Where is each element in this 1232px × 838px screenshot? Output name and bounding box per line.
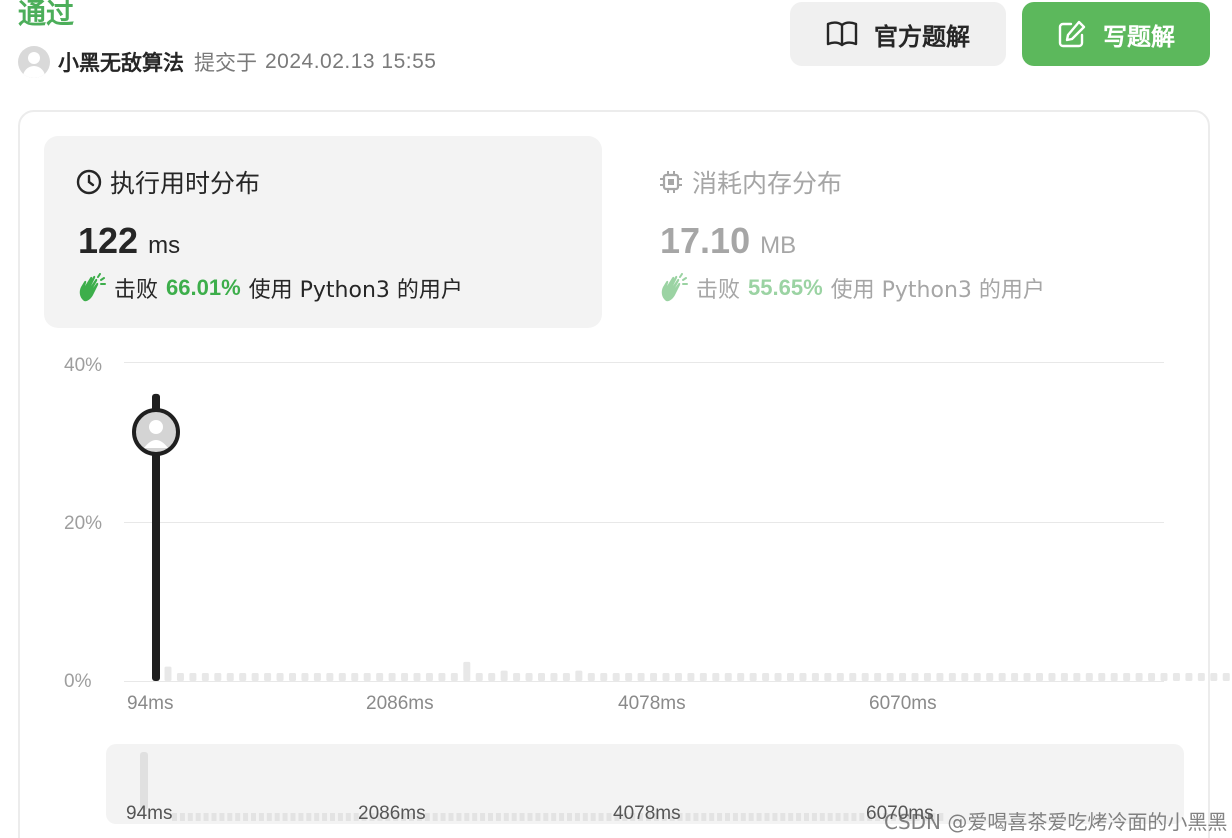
range-mini-bar <box>740 813 746 821</box>
range-mini-bar <box>535 813 541 821</box>
range-mini-bar <box>780 813 786 821</box>
range-mini-bar <box>725 813 730 821</box>
range-mini-bar <box>179 813 185 821</box>
range-mini-bar <box>195 813 201 821</box>
range-mini-bar <box>559 813 565 821</box>
range-mini-bar <box>827 813 833 821</box>
range-mini-bar <box>314 813 320 821</box>
range-mini-bar <box>227 813 233 821</box>
range-mini-bar <box>732 813 738 821</box>
range-mini-bar <box>306 813 312 821</box>
range-mini-bar <box>298 813 304 821</box>
range-mini-bar <box>330 813 335 821</box>
range-mini-bar <box>796 813 802 821</box>
range-tick-label: 94ms <box>126 803 173 824</box>
range-mini-bar <box>345 813 351 821</box>
range-mini-bar <box>519 813 525 821</box>
range-mini-bar <box>788 813 794 821</box>
range-mini-bar <box>527 813 533 821</box>
range-mini-bar <box>804 813 809 821</box>
range-mini-bar <box>274 813 280 821</box>
range-mini-bar <box>859 813 865 821</box>
range-mini-bar <box>701 813 707 821</box>
range-mini-bar <box>464 813 470 821</box>
range-mini-bar <box>266 813 272 821</box>
range-mini-bar <box>606 813 612 821</box>
range-mini-bar <box>282 813 288 821</box>
range-tick-label: 2086ms <box>358 803 426 824</box>
range-mini-bar <box>756 813 762 821</box>
range-mini-bar <box>717 813 723 821</box>
range-mini-bar <box>709 813 715 821</box>
range-mini-bar <box>503 813 509 821</box>
range-mini-bar <box>574 813 580 821</box>
range-mini-bar <box>567 813 572 821</box>
range-mini-bar <box>243 813 249 821</box>
range-mini-bar <box>235 813 241 821</box>
range-mini-bar <box>685 813 691 821</box>
range-mini-bar <box>219 813 225 821</box>
range-mini-bar <box>851 813 857 821</box>
range-mini-bar <box>835 813 841 821</box>
range-mini-bar <box>440 813 446 821</box>
range-mini-bar <box>432 813 438 821</box>
range-mini-bar <box>456 813 462 821</box>
range-mini-bar <box>551 813 557 821</box>
range-mini-bar <box>543 813 549 821</box>
range-mini-bar <box>598 813 604 821</box>
range-mini-bar <box>772 813 778 821</box>
range-slider-bars <box>172 813 944 821</box>
range-mini-bar <box>590 813 596 821</box>
range-mini-bar <box>211 813 217 821</box>
watermark: CSDN @爱喝喜茶爱吃烤冷面的小黑黑 <box>884 810 1228 834</box>
range-mini-bar <box>187 813 193 821</box>
range-mini-bar <box>322 813 328 821</box>
range-mini-bar <box>290 813 296 821</box>
range-tick-label: 4078ms <box>613 803 681 824</box>
range-mini-bar <box>582 813 588 821</box>
range-mini-bar <box>819 813 825 821</box>
range-mini-bar <box>337 813 343 821</box>
range-mini-bar <box>172 813 177 821</box>
range-mini-bar <box>511 813 517 821</box>
range-mini-bar <box>251 813 256 821</box>
range-mini-bar <box>448 813 454 821</box>
range-mini-bar <box>488 813 493 821</box>
range-mini-bar <box>764 813 770 821</box>
range-mini-bar <box>693 813 699 821</box>
range-mini-bar <box>748 813 754 821</box>
range-mini-bar <box>203 813 209 821</box>
range-mini-bar <box>811 813 817 821</box>
range-mini-bar <box>843 813 849 821</box>
range-mini-bar <box>495 813 501 821</box>
range-mini-bar <box>258 813 264 821</box>
range-mini-bar <box>480 813 486 821</box>
range-mini-bar <box>472 813 478 821</box>
